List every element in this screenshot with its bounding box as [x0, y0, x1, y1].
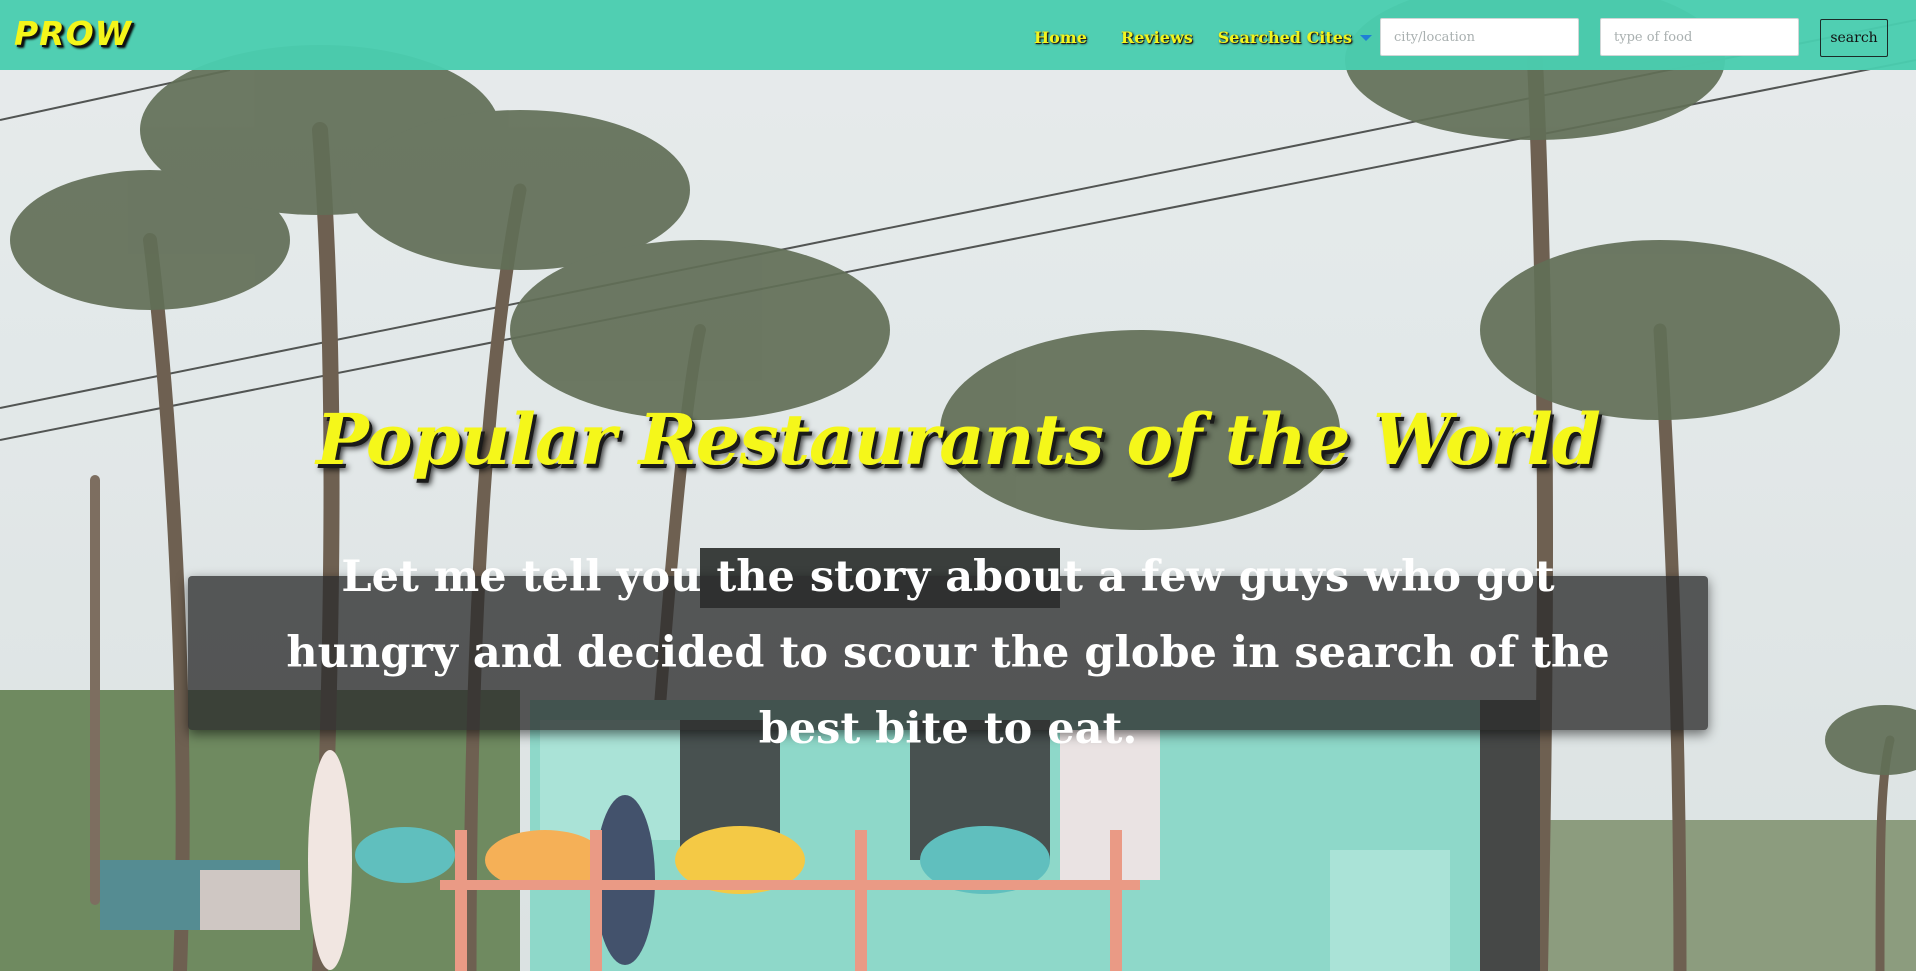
search-button[interactable]: search [1820, 19, 1888, 57]
nav-home-link[interactable]: Home [1034, 28, 1087, 47]
nav-searched-cites-dropdown[interactable]: Searched Cites [1218, 28, 1372, 47]
hero-background-image [0, 0, 1916, 971]
hero-title: Popular Restaurants of the World [316, 398, 1601, 481]
top-navbar: PROW Home Reviews Searched Cites search [0, 0, 1916, 70]
chevron-down-icon [1359, 34, 1372, 41]
story-box: Let me tell you the story about a few gu… [188, 552, 1708, 754]
city-location-input[interactable] [1380, 18, 1579, 56]
brand-logo[interactable]: PROW [14, 14, 132, 53]
food-type-input[interactable] [1600, 18, 1799, 56]
nav-reviews-link[interactable]: Reviews [1121, 28, 1193, 47]
nav-searched-cites-label: Searched Cites [1217, 28, 1352, 47]
story-text: Let me tell you the story about a few gu… [286, 552, 1610, 754]
nav-links: Home Reviews Searched Cites [1034, 28, 1372, 47]
